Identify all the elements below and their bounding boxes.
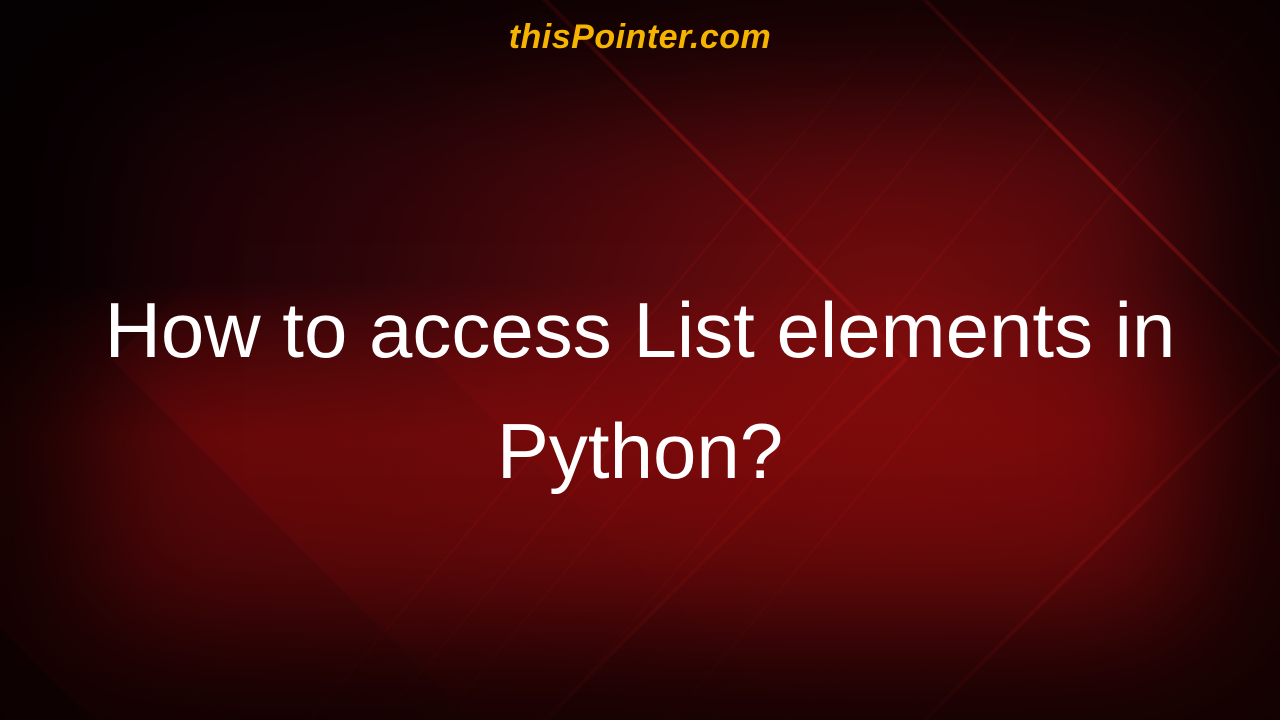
slide-card: thisPointer.com How to access List eleme… [0,0,1280,720]
brand-logo-text: thisPointer.com [0,18,1280,57]
slide-title: How to access List elements in Python? [0,270,1280,512]
